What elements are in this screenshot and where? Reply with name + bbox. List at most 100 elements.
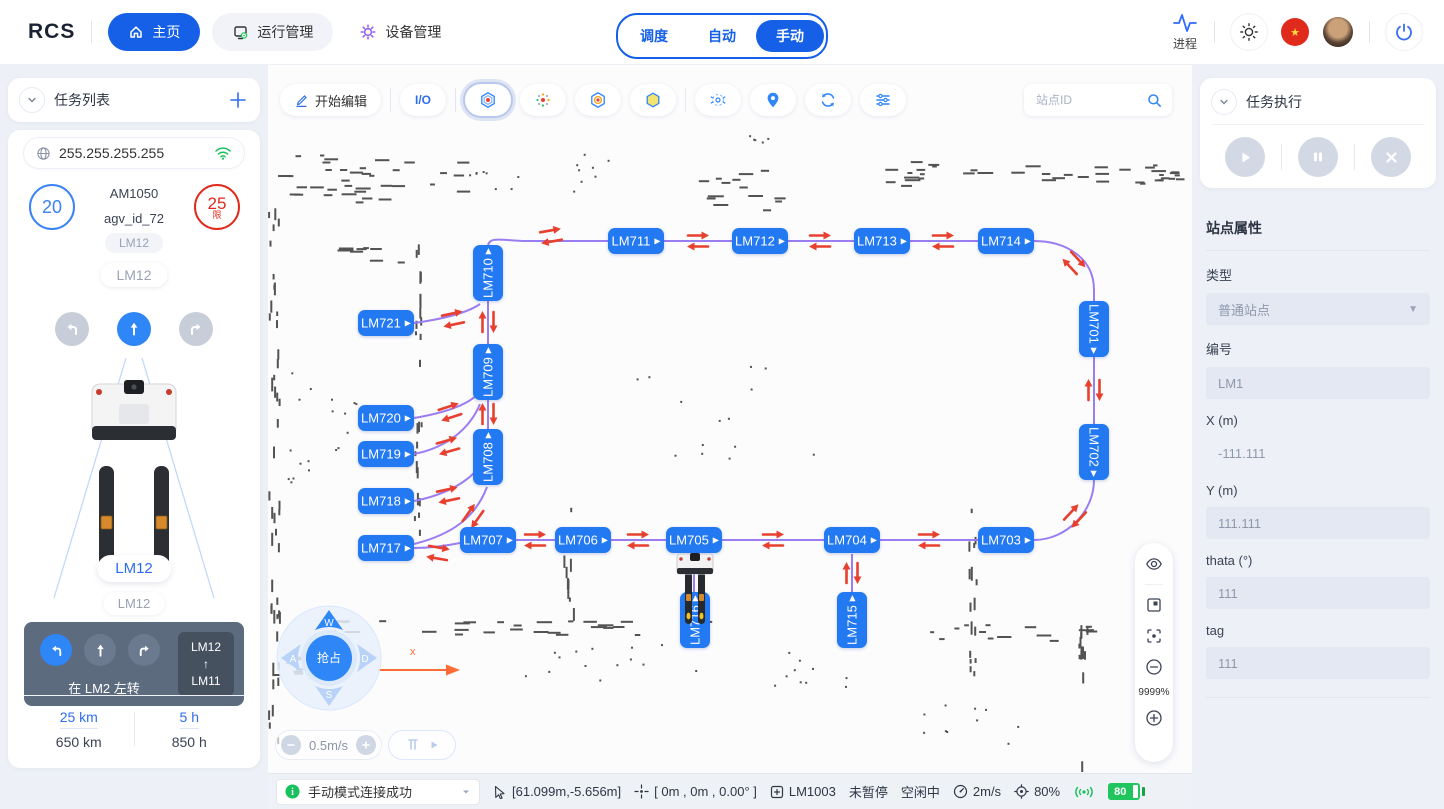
station-node[interactable]: LM714▶ — [978, 228, 1034, 254]
collapse-task-exec-button[interactable] — [1212, 90, 1236, 114]
filter-button[interactable] — [860, 84, 906, 116]
field-input[interactable]: 111.111 — [1206, 507, 1430, 539]
mode-auto[interactable]: 自动 — [688, 20, 756, 52]
pause-state: 未暂停 — [849, 782, 888, 801]
info-icon: i — [285, 784, 300, 799]
station-node[interactable]: LM711▶ — [608, 228, 664, 254]
task-cancel-button[interactable] — [1371, 137, 1411, 177]
add-task-button[interactable] — [228, 90, 248, 110]
start-edit-label: 开始编辑 — [315, 91, 367, 110]
station-node[interactable]: LM717▶ — [358, 535, 414, 561]
station-node-label: LM719 — [361, 447, 401, 462]
current-station-badge: LM12 — [97, 555, 171, 582]
field-input[interactable]: 111 — [1206, 647, 1430, 679]
map-robot-forklift[interactable] — [673, 552, 717, 626]
station-node[interactable]: LM704▶ — [824, 527, 880, 553]
relocate-button[interactable] — [695, 84, 741, 116]
mode-toggle: 调度 自动 手动 — [616, 13, 828, 59]
io-button[interactable]: I/O — [400, 84, 446, 116]
direction-triangle-icon: ▶ — [507, 536, 513, 545]
speed-plus-button[interactable] — [356, 735, 376, 755]
station-node[interactable]: LM715▶ — [837, 592, 867, 648]
fork-icon — [405, 737, 421, 753]
language-flag-icon[interactable]: ★ — [1281, 18, 1309, 46]
station-node[interactable]: LM708▶ — [473, 429, 503, 485]
nav-device-label: 设备管理 — [385, 22, 441, 42]
joystick-grab-label: 抢占 — [317, 650, 341, 665]
station-node[interactable]: LM720▶ — [358, 405, 414, 431]
zoom-in-button[interactable] — [1143, 707, 1165, 729]
station-node[interactable]: LM702▶ — [1079, 424, 1109, 480]
station-node[interactable]: LM710▶ — [473, 245, 503, 301]
station-node[interactable]: LM701▶ — [1079, 301, 1109, 357]
station-node[interactable]: LM712▶ — [732, 228, 788, 254]
show-pointcloud-button[interactable] — [520, 84, 566, 116]
center-view-button[interactable] — [1143, 625, 1165, 647]
hours-value: 5 h — [180, 709, 199, 729]
search-icon[interactable] — [1147, 93, 1162, 108]
station-node[interactable]: LM709▶ — [473, 344, 503, 400]
agv-ip-field[interactable]: 255.255.255.255 — [24, 138, 244, 168]
pause-icon — [1311, 150, 1325, 164]
station-node[interactable]: LM718▶ — [358, 488, 414, 514]
overview-button[interactable] — [1143, 594, 1165, 616]
mode-manual[interactable]: 手动 — [756, 20, 824, 52]
station-node-label: LM720 — [361, 411, 401, 426]
station-node-label: LM710 — [481, 258, 496, 298]
zoom-out-button[interactable] — [1143, 656, 1165, 678]
station-node-label: LM708 — [481, 442, 496, 482]
manual-joystick[interactable]: W A D S 抢占 — [269, 598, 389, 718]
show-areas-button[interactable] — [630, 84, 676, 116]
status-message-select[interactable]: i 手动模式连接成功 — [276, 779, 480, 805]
fork-control-button[interactable] — [389, 731, 455, 759]
station-node[interactable]: LM705▶ — [666, 527, 722, 553]
start-edit-button[interactable]: 开始编辑 — [280, 84, 381, 116]
task-pause-button[interactable] — [1298, 137, 1338, 177]
show-targets-button[interactable] — [575, 84, 621, 116]
station-node[interactable]: LM713▶ — [854, 228, 910, 254]
nav-operation[interactable]: 运行管理 — [212, 13, 333, 51]
direction-triangle-icon: ▶ — [1090, 471, 1099, 477]
user-avatar[interactable] — [1323, 17, 1353, 47]
station-node[interactable]: LM721▶ — [358, 310, 414, 336]
locate-button[interactable] — [750, 84, 796, 116]
station-node[interactable]: LM706▶ — [555, 527, 611, 553]
station-node[interactable]: LM703▶ — [978, 527, 1034, 553]
nav-device[interactable]: 设备管理 — [339, 13, 461, 51]
turn-left-icon[interactable] — [55, 312, 89, 346]
task-exec-card: 任务执行 — [1200, 78, 1436, 188]
hours-total: 850 h — [135, 734, 245, 750]
station-search-input[interactable] — [1034, 92, 1147, 108]
field-input[interactable]: LM1 — [1206, 367, 1430, 399]
turn-right-icon[interactable] — [179, 312, 213, 346]
mode-dispatch[interactable]: 调度 — [620, 20, 688, 52]
speed-stepper: 0.5m/s — [276, 731, 381, 759]
station-node[interactable]: LM719▶ — [358, 441, 414, 467]
field-input[interactable]: 111 — [1206, 577, 1430, 609]
process-button[interactable]: 进程 — [1172, 12, 1198, 52]
theme-button[interactable] — [1231, 14, 1267, 50]
collapse-task-list-button[interactable] — [20, 88, 44, 112]
svg-text:A: A — [290, 654, 297, 665]
straight-icon[interactable] — [117, 312, 151, 346]
agv-card[interactable]: 255.255.255.255 20 AM1050 agv_id_72 25限 … — [8, 130, 260, 768]
station-node[interactable]: LM707▶ — [460, 527, 516, 553]
zoom-in-icon — [1145, 709, 1163, 727]
show-stations-button[interactable] — [465, 84, 511, 116]
top-bar: RCS 主页 运行管理 设备管理 调度 自动 手动 进程 — [0, 0, 1444, 64]
speed-minus-button[interactable] — [281, 735, 301, 755]
station-node-label: LM709 — [481, 357, 496, 397]
divider — [1212, 124, 1424, 125]
map-path — [1034, 480, 1094, 540]
field-select[interactable]: 普通站点▼ — [1206, 293, 1430, 325]
visibility-button[interactable] — [1143, 553, 1165, 575]
refresh-button[interactable] — [805, 84, 851, 116]
task-play-button[interactable] — [1225, 137, 1265, 177]
nav-home[interactable]: 主页 — [108, 13, 200, 51]
power-button[interactable] — [1386, 14, 1422, 50]
direction-triangle-icon: ▶ — [901, 237, 907, 246]
play-icon — [1238, 150, 1253, 165]
cursor-icon — [493, 785, 507, 799]
map-canvas[interactable]: LM711▶LM712▶LM713▶LM714▶LM721▶LM720▶LM71… — [268, 64, 1192, 773]
agv-ip: 255.255.255.255 — [59, 145, 164, 161]
